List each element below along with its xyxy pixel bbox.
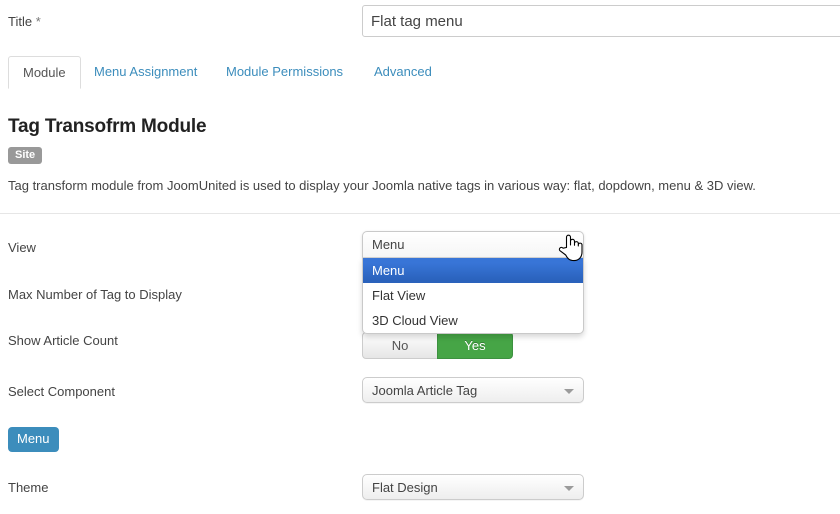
view-option-flat-view[interactable]: Flat View xyxy=(363,283,583,308)
title-label-text: Title xyxy=(8,14,32,29)
label-theme: Theme xyxy=(8,480,48,495)
view-option-menu[interactable]: Menu xyxy=(363,258,583,283)
view-option-3d-cloud-view[interactable]: 3D Cloud View xyxy=(363,308,583,333)
tab-menu-assignment[interactable]: Menu Assignment xyxy=(80,56,211,89)
title-row: Title * xyxy=(0,0,840,47)
select-component-dropdown[interactable]: Joomla Article Tag xyxy=(362,377,584,403)
toggle-option-yes[interactable]: Yes xyxy=(437,332,513,359)
chevron-down-icon xyxy=(564,486,574,491)
tab-module-permissions[interactable]: Module Permissions xyxy=(212,56,357,89)
view-dropdown-trigger[interactable]: Menu xyxy=(362,231,584,258)
title-input[interactable] xyxy=(362,5,840,37)
divider xyxy=(0,213,840,214)
view-dropdown-options: Menu Flat View 3D Cloud View xyxy=(362,258,584,334)
tab-module[interactable]: Module xyxy=(8,56,81,89)
label-show-article-count: Show Article Count xyxy=(8,333,118,348)
theme-dropdown[interactable]: Flat Design xyxy=(362,474,584,500)
required-asterisk: * xyxy=(36,14,41,29)
view-dropdown[interactable]: Menu Menu Flat View 3D Cloud View xyxy=(362,231,584,334)
theme-value: Flat Design xyxy=(372,479,438,496)
toggle-option-no[interactable]: No xyxy=(362,332,438,359)
tab-advanced[interactable]: Advanced xyxy=(360,56,446,89)
label-view: View xyxy=(8,240,36,255)
module-description: Tag transform module from JoomUnited is … xyxy=(8,178,756,193)
page-title: Tag Transofrm Module xyxy=(8,116,206,138)
select-component-value: Joomla Article Tag xyxy=(372,382,477,399)
tab-bar: Module Menu Assignment Module Permission… xyxy=(0,56,840,91)
label-select-component: Select Component xyxy=(8,384,115,399)
title-field-label: Title * xyxy=(8,14,41,29)
label-max-number-of-tag: Max Number of Tag to Display xyxy=(8,287,182,302)
chevron-down-icon xyxy=(564,389,574,394)
status-badge-site: Site xyxy=(8,147,42,164)
section-badge-menu: Menu xyxy=(8,427,59,452)
